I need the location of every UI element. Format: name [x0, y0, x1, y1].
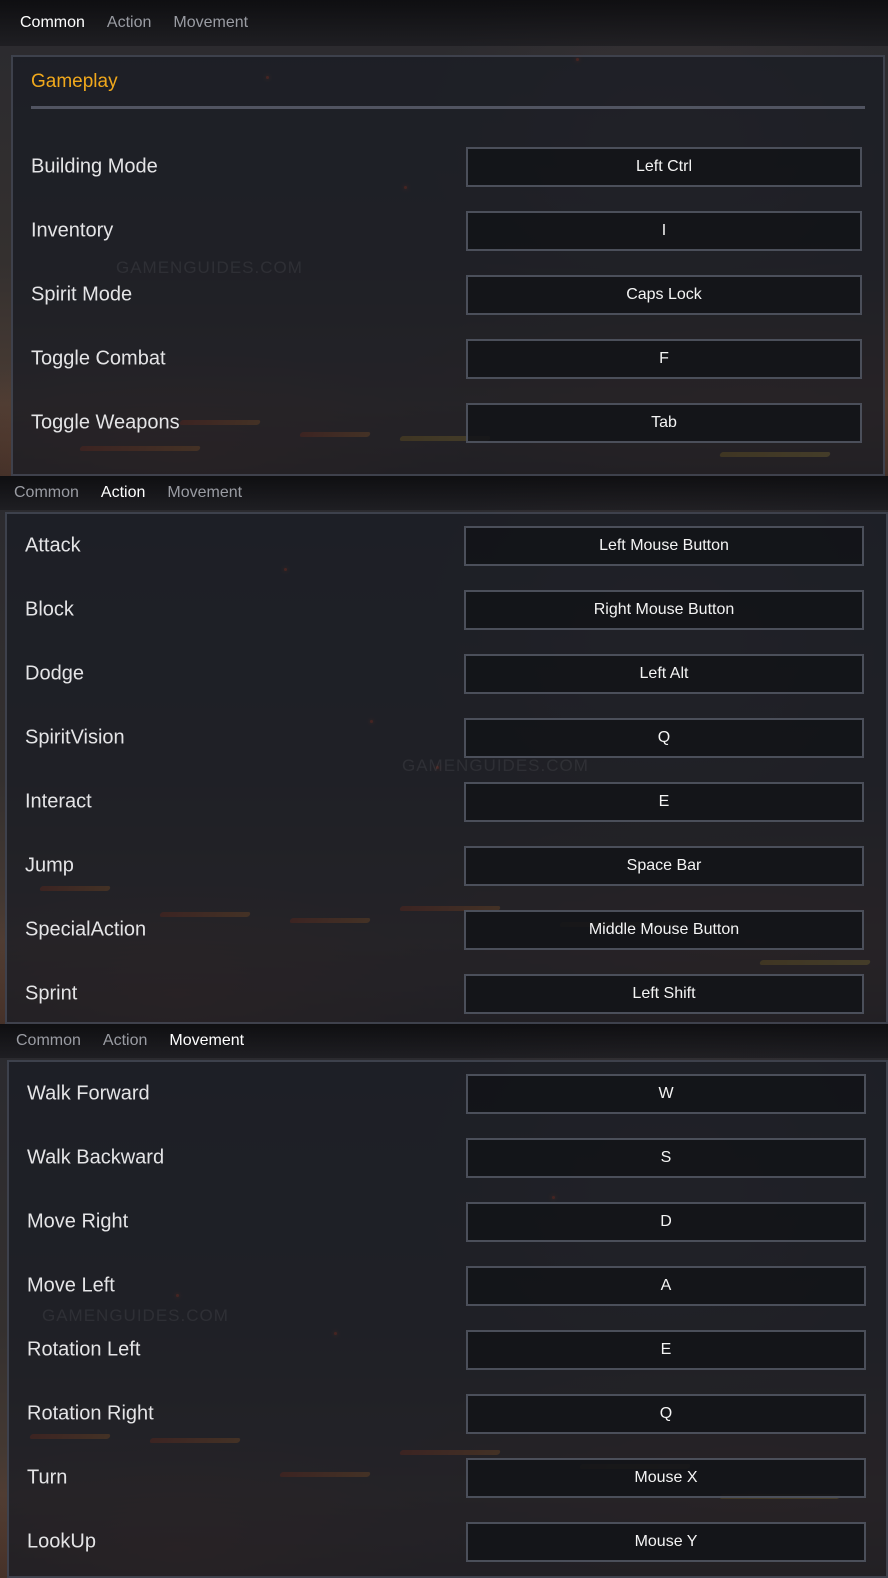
- binding-label: SpiritVision: [25, 726, 125, 749]
- binding-row-block: Block Right Mouse Button: [7, 590, 886, 630]
- binding-label: Turn: [27, 1466, 68, 1489]
- tab-movement[interactable]: Movement: [173, 14, 248, 32]
- common-screen: Common Action Movement Gameplay Building…: [0, 0, 888, 476]
- binding-label: Block: [25, 598, 74, 621]
- tab-action[interactable]: Action: [103, 1032, 147, 1050]
- tab-movement[interactable]: Movement: [167, 484, 242, 502]
- key-binding-button[interactable]: Right Mouse Button: [464, 590, 864, 630]
- key-binding-button[interactable]: Left Mouse Button: [464, 526, 864, 566]
- key-binding-button[interactable]: Left Shift: [464, 974, 864, 1014]
- tab-common[interactable]: Common: [14, 484, 79, 502]
- key-binding-button[interactable]: F: [466, 339, 862, 379]
- binding-row-inventory: Inventory I: [13, 211, 883, 251]
- watermark: GAMENGUIDES.COM: [42, 1306, 229, 1325]
- movement-screen: Common Action Movement Walk Forward W Wa…: [0, 1024, 888, 1578]
- binding-label: Building Mode: [31, 155, 158, 178]
- binding-label: Attack: [25, 534, 81, 557]
- binding-label: Interact: [25, 790, 92, 813]
- section-divider: [31, 106, 865, 109]
- tab-movement[interactable]: Movement: [169, 1032, 244, 1050]
- watermark: GAMENGUIDES.COM: [116, 258, 303, 277]
- key-binding-button[interactable]: Left Alt: [464, 654, 864, 694]
- binding-row-jump: Jump Space Bar: [7, 846, 886, 886]
- binding-row-walk-backward: Walk Backward S: [9, 1138, 886, 1178]
- binding-row-lookup: LookUp Mouse Y: [9, 1522, 886, 1562]
- binding-row-toggle-weapons: Toggle Weapons Tab: [13, 403, 883, 443]
- binding-row-turn: Turn Mouse X: [9, 1458, 886, 1498]
- key-binding-button[interactable]: Tab: [466, 403, 862, 443]
- binding-row-walk-forward: Walk Forward W: [9, 1074, 886, 1114]
- tab-common[interactable]: Common: [16, 1032, 81, 1050]
- binding-row-rotation-left: Rotation Left E: [9, 1330, 886, 1370]
- binding-label: Jump: [25, 854, 74, 877]
- binding-row-dodge: Dodge Left Alt: [7, 654, 886, 694]
- binding-row-move-left: Move Left A: [9, 1266, 886, 1306]
- key-binding-button[interactable]: Middle Mouse Button: [464, 910, 864, 950]
- key-binding-button[interactable]: D: [466, 1202, 866, 1242]
- action-screen: Common Action Movement Attack Left Mouse…: [0, 476, 888, 1024]
- key-binding-button[interactable]: W: [466, 1074, 866, 1114]
- key-binding-button[interactable]: Q: [466, 1394, 866, 1434]
- binding-row-spiritvision: SpiritVision Q: [7, 718, 886, 758]
- binding-label: Toggle Combat: [31, 347, 166, 370]
- key-binding-button[interactable]: Mouse X: [466, 1458, 866, 1498]
- key-binding-button[interactable]: I: [466, 211, 862, 251]
- tab-bar: Common Action Movement: [0, 1024, 888, 1058]
- binding-label: Rotation Right: [27, 1402, 154, 1425]
- binding-label: Inventory: [31, 219, 114, 242]
- binding-row-move-right: Move Right D: [9, 1202, 886, 1242]
- tab-bar: Common Action Movement: [0, 476, 888, 510]
- key-binding-button[interactable]: Mouse Y: [466, 1522, 866, 1562]
- tab-common[interactable]: Common: [20, 14, 85, 32]
- binding-label: Dodge: [25, 662, 84, 685]
- binding-row-specialaction: SpecialAction Middle Mouse Button: [7, 910, 886, 950]
- key-binding-button[interactable]: Space Bar: [464, 846, 864, 886]
- tab-action[interactable]: Action: [107, 14, 151, 32]
- binding-row-sprint: Sprint Left Shift: [7, 974, 886, 1014]
- binding-label: Rotation Left: [27, 1338, 141, 1361]
- binding-label: Move Right: [27, 1210, 129, 1233]
- binding-row-spirit-mode: Spirit Mode Caps Lock: [13, 275, 883, 315]
- binding-row-rotation-right: Rotation Right Q: [9, 1394, 886, 1434]
- tab-action[interactable]: Action: [101, 484, 145, 502]
- binding-label: Sprint: [25, 982, 78, 1005]
- binding-label: Toggle Weapons: [31, 411, 180, 434]
- binding-label: Walk Forward: [27, 1082, 150, 1105]
- watermark: GAMENGUIDES.COM: [402, 756, 589, 775]
- key-binding-button[interactable]: E: [464, 782, 864, 822]
- key-binding-button[interactable]: E: [466, 1330, 866, 1370]
- binding-row-interact: Interact E: [7, 782, 886, 822]
- binding-label: Spirit Mode: [31, 283, 133, 306]
- key-binding-button[interactable]: Caps Lock: [466, 275, 862, 315]
- tab-bar: Common Action Movement: [0, 0, 888, 46]
- binding-row-building-mode: Building Mode Left Ctrl: [13, 147, 883, 187]
- key-binding-button[interactable]: Q: [464, 718, 864, 758]
- binding-label: Move Left: [27, 1274, 115, 1297]
- key-binding-button[interactable]: Left Ctrl: [466, 147, 862, 187]
- key-binding-button[interactable]: S: [466, 1138, 866, 1178]
- binding-row-attack: Attack Left Mouse Button: [7, 526, 886, 566]
- binding-row-toggle-combat: Toggle Combat F: [13, 339, 883, 379]
- key-binding-button[interactable]: A: [466, 1266, 866, 1306]
- section-title: Gameplay: [31, 71, 118, 92]
- binding-label: Walk Backward: [27, 1146, 165, 1169]
- binding-label: LookUp: [27, 1530, 96, 1553]
- binding-label: SpecialAction: [25, 918, 147, 941]
